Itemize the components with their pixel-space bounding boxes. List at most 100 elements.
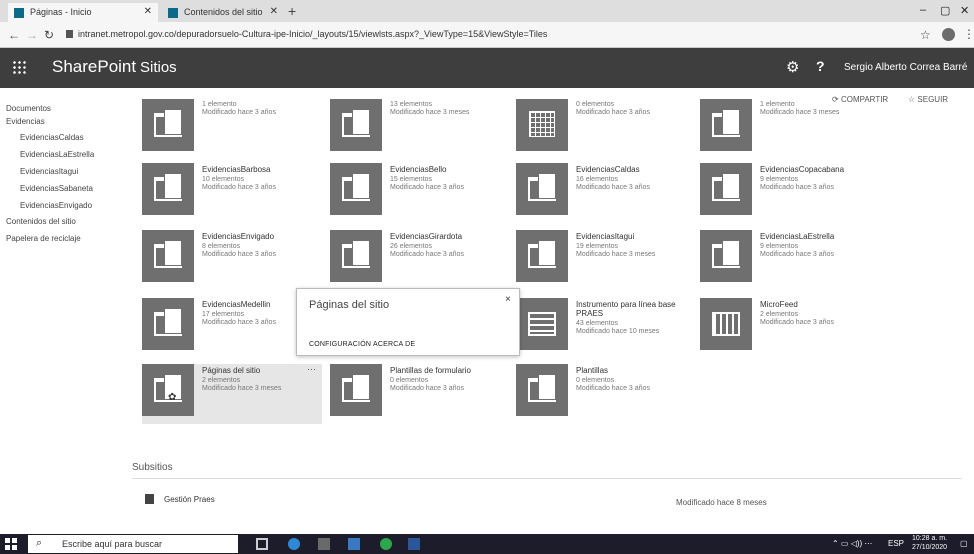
address-bar[interactable]: intranet.metropol.gov.co/depuradorsuelo-… (66, 27, 886, 43)
clock-time[interactable]: 10:28 a. m. (912, 535, 947, 542)
sharepoint-brand[interactable]: SharePoint (52, 57, 136, 77)
system-tray-icons[interactable]: ⌃ ▭ ◁)) ⋯ (832, 539, 872, 548)
folder-icon (700, 163, 752, 215)
browser-tab-bar: Páginas - Inicio ✕ Contenidos del sitio … (0, 0, 974, 22)
subsite-link[interactable]: Gestión Praes (164, 495, 215, 504)
reload-icon[interactable]: ↻ (44, 28, 54, 42)
about-link[interactable]: ACERCA DE (373, 341, 415, 348)
browser-tab[interactable]: Contenidos del sitio ✕ (162, 3, 284, 22)
close-icon[interactable]: × (505, 294, 511, 305)
subsite-modified: Modificado hace 8 meses (676, 498, 767, 507)
star-icon: ☆ (908, 95, 916, 104)
library-tile[interactable]: Plantillas 0 elementos Modificado hace 3… (516, 364, 691, 424)
app-launcher-icon[interactable] (12, 60, 26, 74)
windows-taskbar: ⌕ Escribe aquí para buscar ⌃ ▭ ◁)) ⋯ ESP… (0, 534, 974, 554)
library-tile[interactable]: EvidenciasEnvigado 8 elementos Modificad… (142, 230, 317, 290)
edge-browser-icon[interactable] (288, 538, 300, 550)
browser-menu-icon[interactable]: ⋮ (963, 27, 974, 41)
list-icon (516, 298, 568, 350)
profile-avatar[interactable] (942, 28, 955, 41)
grid-icon (516, 99, 568, 151)
nav-item-evidencias-caldas[interactable]: EvidenciasCaldas (20, 133, 84, 142)
library-tile[interactable]: 13 elementos Modificado hace 3 meses (330, 99, 505, 159)
library-tile[interactable]: EvidenciasGirardota 26 elementos Modific… (330, 230, 505, 290)
task-view-icon[interactable] (256, 538, 268, 550)
library-tile[interactable]: Plantillas de formulario 0 elementos Mod… (330, 364, 505, 424)
close-tab-icon[interactable]: ✕ (144, 6, 152, 17)
folder-icon (330, 364, 382, 416)
nav-item-recycle-bin[interactable]: Papelera de reciclaje (6, 234, 81, 243)
nav-item-evidencias[interactable]: Evidencias (6, 117, 45, 126)
folder-icon (516, 163, 568, 215)
nav-item-documentos[interactable]: Documentos (6, 104, 51, 113)
library-tile[interactable]: EvidenciasBello 15 elementos Modificado … (330, 163, 505, 223)
library-tile[interactable]: EvidenciasItagui 19 elementos Modificado… (516, 230, 691, 290)
folder-icon (700, 230, 752, 282)
folder-icon (516, 230, 568, 282)
file-explorer-icon[interactable] (318, 538, 330, 550)
clock-date[interactable]: 27/10/2020 (912, 544, 947, 551)
callout-title: Páginas del sitio (309, 299, 390, 311)
browser-tab[interactable]: Páginas - Inicio ✕ (8, 3, 158, 22)
site-pages-icon: ✿ (142, 364, 194, 416)
library-tile[interactable]: 1 elemento Modificado hace 3 años (142, 99, 317, 159)
user-name[interactable]: Sergio Alberto Correa Barré (844, 62, 967, 73)
divider (132, 478, 962, 479)
notifications-icon[interactable]: ▢ (960, 539, 968, 548)
folder-icon (142, 230, 194, 282)
word-icon[interactable] (408, 538, 420, 550)
folder-icon (516, 364, 568, 416)
chrome-icon[interactable] (380, 538, 392, 550)
sharepoint-favicon-icon (14, 8, 24, 18)
subsites-heading: Subsitios (132, 462, 173, 473)
library-tile[interactable]: Instrumento para línea base PRAES 43 ele… (516, 298, 691, 358)
language-indicator[interactable]: ESP (888, 539, 904, 548)
folder-icon (330, 230, 382, 282)
nav-item-evidencias-envigado[interactable]: EvidenciasEnvigado (20, 201, 92, 210)
forward-arrow-icon[interactable]: → (26, 28, 38, 42)
library-tile[interactable]: EvidenciasCopacabana 9 elementos Modific… (700, 163, 875, 223)
site-pages-callout: Páginas del sitio × CONFIGURACIÓN ACERCA… (296, 288, 520, 356)
back-arrow-icon[interactable]: ← (8, 28, 20, 42)
more-options-button[interactable]: ··· (307, 364, 316, 374)
library-tile[interactable]: EvidenciasMedellin 17 elementos Modifica… (142, 298, 317, 358)
nav-item-evidencias-itagui[interactable]: EvidenciasItagui (20, 167, 78, 176)
new-tab-button[interactable]: + (288, 3, 296, 19)
folder-icon (330, 99, 382, 151)
folder-icon (330, 163, 382, 215)
subsite-icon (145, 494, 154, 504)
library-tile[interactable]: 1 elemento Modificado hace 3 meses (700, 99, 875, 159)
calendar-icon (700, 298, 752, 350)
lock-icon (66, 30, 73, 38)
suite-bar: SharePoint Sitios ⚙ ? Sergio Alberto Cor… (0, 48, 974, 88)
nav-item-evidencias-sabaneta[interactable]: EvidenciasSabaneta (20, 184, 93, 193)
settings-link[interactable]: CONFIGURACIÓN (309, 341, 371, 348)
windows-start-icon[interactable] (5, 538, 17, 550)
help-icon[interactable]: ? (816, 58, 825, 74)
bookmark-star-icon[interactable]: ☆ (920, 28, 931, 42)
store-icon[interactable] (348, 538, 360, 550)
restore-button[interactable]: ▢ (940, 4, 950, 17)
sites-link[interactable]: Sitios (140, 59, 177, 76)
search-icon: ⌕ (36, 537, 43, 549)
folder-icon (142, 298, 194, 350)
folder-icon (142, 163, 194, 215)
library-tile[interactable]: EvidenciasLaEstrella 9 elementos Modific… (700, 230, 875, 290)
folder-icon (700, 99, 752, 151)
library-tile[interactable]: 0 elementos Modificado hace 3 años (516, 99, 691, 159)
follow-button[interactable]: ☆ SEGUIR (908, 95, 948, 104)
library-tile[interactable]: EvidenciasCaldas 16 elementos Modificado… (516, 163, 691, 223)
taskbar-search-box[interactable]: ⌕ Escribe aquí para buscar (28, 535, 238, 553)
folder-icon (142, 99, 194, 151)
minimize-button[interactable]: – (920, 4, 926, 16)
close-tab-icon[interactable]: ✕ (270, 6, 278, 17)
library-tile[interactable]: EvidenciasBarbosa 10 elementos Modificad… (142, 163, 317, 223)
sharepoint-favicon-icon (168, 8, 178, 18)
close-window-button[interactable]: ✕ (960, 4, 969, 17)
library-tile-site-pages[interactable]: ✿ Páginas del sitio 2 elementos Modifica… (142, 364, 322, 424)
browser-toolbar: ← → ↻ intranet.metropol.gov.co/depurador… (0, 22, 974, 48)
nav-item-evidencias-laestrella[interactable]: EvidenciasLaEstrella (20, 150, 94, 159)
nav-item-site-contents[interactable]: Contenidos del sitio (6, 217, 76, 226)
library-tile[interactable]: MicroFeed 2 elementos Modificado hace 3 … (700, 298, 875, 358)
settings-gear-icon[interactable]: ⚙ (786, 58, 799, 76)
